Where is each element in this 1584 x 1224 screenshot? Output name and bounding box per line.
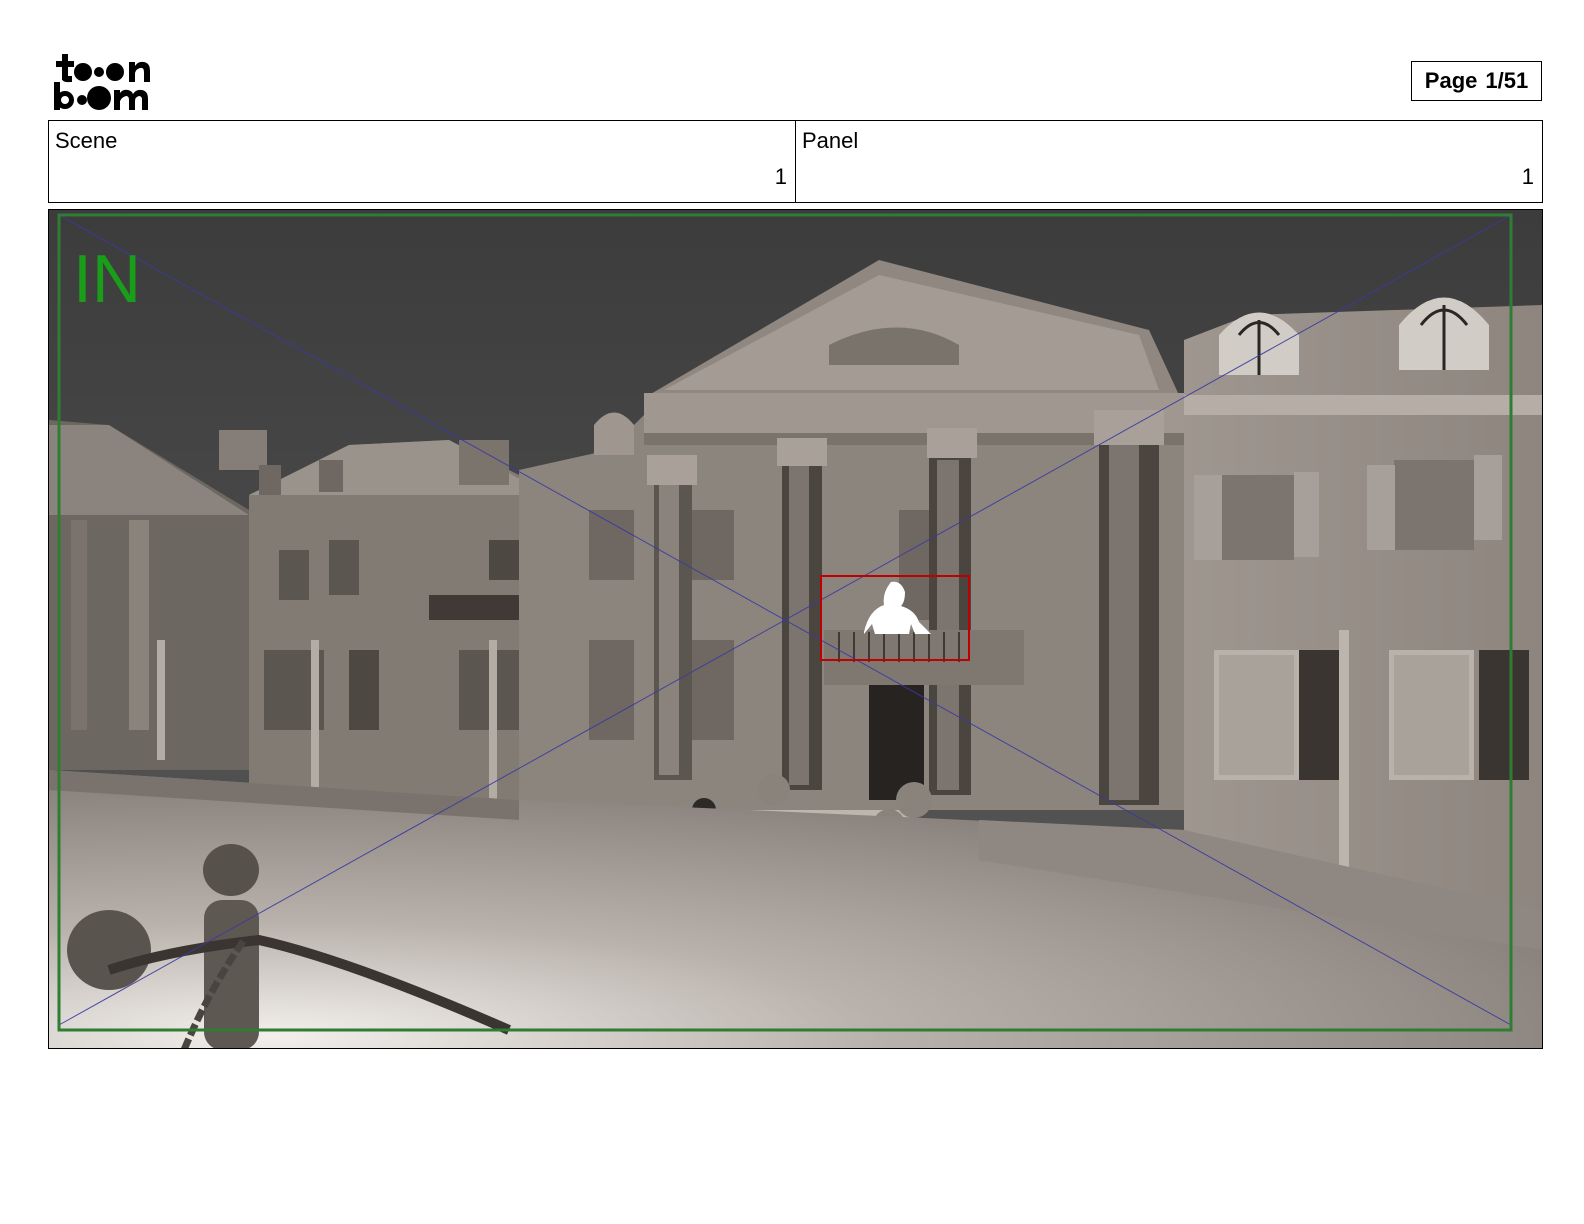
- page-number: 1/51: [1485, 68, 1529, 93]
- storyboard-panel: IN: [48, 209, 1543, 1049]
- page-label: Page: [1424, 68, 1478, 93]
- panel-cell: Panel 1: [795, 121, 1542, 202]
- panel-label: Panel: [802, 128, 859, 153]
- panel-drawing: IN: [49, 210, 1542, 1048]
- page-indicator: Page 1/51: [1411, 61, 1542, 101]
- scene-panel-header: Scene 1 Panel 1: [48, 120, 1543, 203]
- toon-boom-logo: [52, 52, 164, 112]
- panel-number: 1: [1521, 164, 1534, 189]
- left-buildings: [49, 420, 549, 810]
- scene-cell: Scene 1: [49, 121, 795, 202]
- transition-in-label: IN: [73, 241, 141, 317]
- scene-label: Scene: [55, 128, 118, 153]
- scene-number: 1: [774, 164, 787, 189]
